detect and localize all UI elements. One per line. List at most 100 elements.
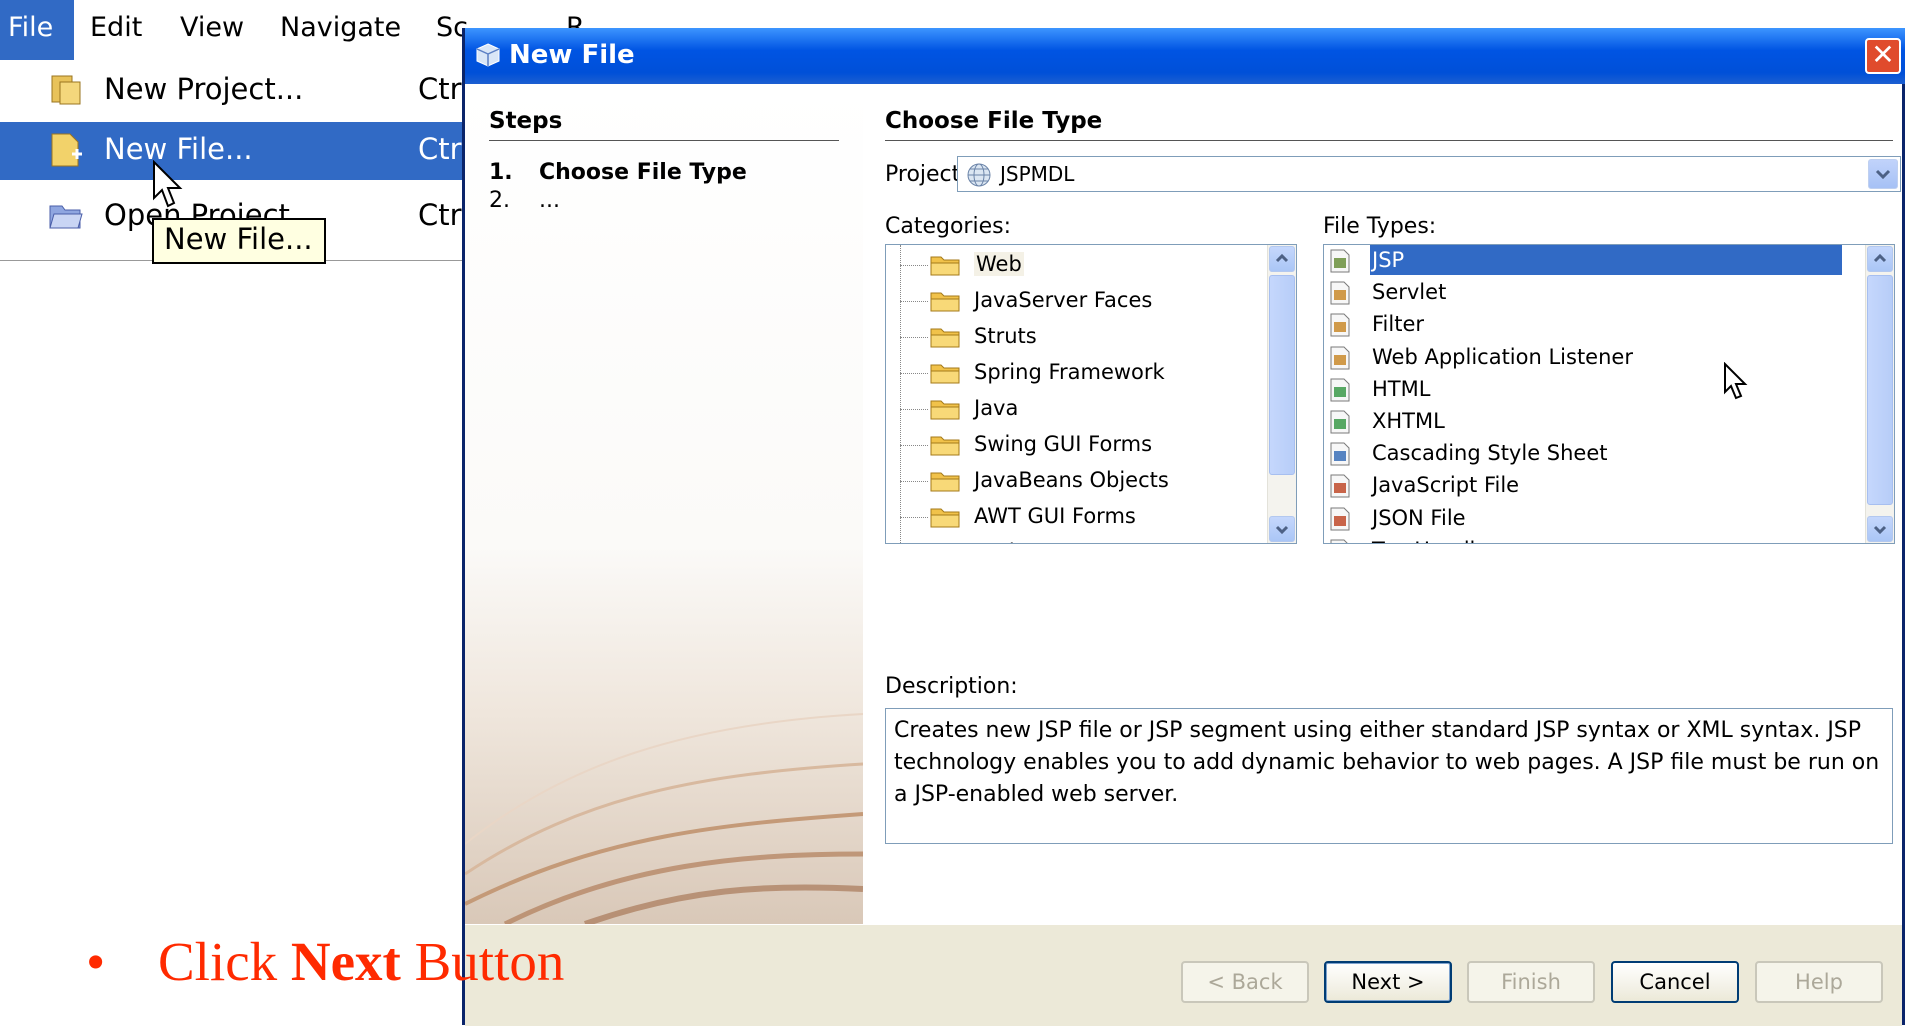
menu-item-new-project[interactable]: New Project... Ctr [0, 62, 470, 120]
file-types-label: File Types: [1323, 214, 1437, 239]
menu-item-shortcut: Ctr [418, 198, 462, 232]
menu-item-shortcut: Ctr [418, 72, 462, 106]
folder-icon [930, 364, 960, 384]
tree-connector [900, 301, 928, 302]
project-combo[interactable]: JSPMDL [957, 156, 1901, 192]
menu-edit[interactable]: Edit [90, 12, 142, 43]
menu-file[interactable]: File [0, 0, 74, 60]
folder-icon [930, 400, 960, 420]
step-1-number: 1. [489, 160, 513, 185]
file-type-item[interactable]: XHTML [1324, 406, 1844, 438]
instruction-suffix: Button [400, 931, 565, 992]
cancel-button[interactable]: Cancel [1611, 961, 1739, 1003]
steps-divider [489, 140, 839, 141]
back-button[interactable]: < Back [1181, 961, 1309, 1003]
category-label: JavaBeans Objects [974, 468, 1169, 492]
file-type-item[interactable]: JSP [1324, 245, 1844, 277]
file-type-icon [1330, 249, 1350, 273]
next-button[interactable]: Next > [1324, 961, 1452, 1003]
scroll-up-icon[interactable] [1867, 246, 1893, 272]
categories-tree[interactable]: Web JavaServer Faces Struts Spring Framewor… [885, 244, 1297, 544]
file-type-icon [1330, 313, 1350, 337]
help-button[interactable]: Help [1755, 961, 1883, 1003]
tooltip-text: New File... [164, 222, 313, 256]
folder-icon [930, 292, 960, 312]
menu-item-new-file[interactable]: New File... Ctr [0, 122, 470, 180]
folder-icon [930, 328, 960, 348]
file-type-icon [1330, 378, 1350, 402]
scroll-up-icon[interactable] [1269, 246, 1295, 272]
menu-navigate[interactable]: Navigate [280, 12, 401, 43]
category-label: AWT GUI Forms [974, 504, 1136, 528]
category-label: Web [974, 252, 1024, 276]
instruction-bold: Next [290, 931, 401, 992]
folder-icon [930, 472, 960, 492]
new-file-dialog: New File ✕ Steps 1. Choose File Type 2. … [462, 28, 1905, 1026]
file-type-icon [1330, 539, 1348, 543]
new-project-icon [51, 75, 81, 105]
scroll-thumb[interactable] [1269, 275, 1295, 475]
dialog-body: Steps 1. Choose File Type 2. ... Choose … [465, 84, 1902, 1026]
category-item[interactable]: JavaServer Faces [886, 283, 1246, 319]
category-item[interactable]: Spring Framework [886, 355, 1246, 391]
step-1-label: Choose File Type [539, 160, 747, 185]
description-text: Creates new JSP file or JSP segment usin… [894, 718, 1880, 807]
file-type-label: JavaScript File [1372, 473, 1520, 498]
file-type-label: Filter [1372, 312, 1425, 337]
step-2-number: 2. [489, 188, 510, 213]
project-label: Project: [885, 162, 968, 187]
category-item[interactable]: Swing GUI Forms [886, 427, 1246, 463]
file-types-scrollbar[interactable] [1865, 245, 1894, 543]
tree-connector [900, 337, 928, 338]
file-type-item[interactable]: Filter [1324, 309, 1844, 341]
main-panel: Choose File Type Project: JSPMDL Categor… [863, 84, 1902, 924]
close-icon[interactable]: ✕ [1865, 38, 1901, 74]
finish-button[interactable]: Finish [1467, 961, 1595, 1003]
dialog-cube-icon [476, 43, 500, 67]
page-title: Choose File Type [885, 108, 1103, 134]
category-item[interactable]: Struts [886, 319, 1246, 355]
file-type-label: Web Application Listener [1372, 344, 1633, 369]
selection-highlight [1370, 245, 1842, 275]
file-type-item[interactable]: JavaScript File [1324, 470, 1844, 502]
category-item[interactable]: JavaBeans Objects [886, 463, 1246, 499]
menu-file-label: File [8, 12, 54, 43]
category-label: Java [974, 396, 1019, 420]
categories-label: Categories: [885, 214, 1011, 239]
category-label: Swing GUI Forms [974, 432, 1153, 456]
folder-icon [930, 508, 960, 528]
description-label: Description: [885, 674, 1018, 699]
step-2-label: ... [539, 188, 560, 213]
file-type-icon [1330, 346, 1350, 370]
scroll-down-icon[interactable] [1867, 516, 1893, 542]
folder-icon [930, 436, 960, 456]
chevron-down-icon[interactable] [1868, 159, 1898, 189]
categories-scrollbar[interactable] [1267, 245, 1296, 543]
tree-connector [900, 445, 928, 446]
file-type-item[interactable]: JSON File [1324, 503, 1844, 535]
scroll-thumb[interactable] [1867, 275, 1893, 505]
tooltip: New File... [152, 218, 326, 264]
menu-view[interactable]: View [180, 12, 244, 43]
bullet: • [86, 931, 106, 992]
file-type-item[interactable]: Web Application Listener [1324, 342, 1844, 374]
file-types-list[interactable]: JSP Servlet Filter Web Application Listener… [1323, 244, 1895, 544]
dialog-title: New File [509, 40, 635, 70]
tree-connector [900, 373, 928, 374]
file-type-item[interactable]: Servlet [1324, 277, 1844, 309]
dialog-title-bar[interactable]: New File ✕ [465, 28, 1905, 84]
scroll-down-icon[interactable] [1269, 516, 1295, 542]
file-type-item[interactable]: Tag Handler [1324, 535, 1844, 543]
file-type-icon [1330, 474, 1350, 498]
file-type-item[interactable]: HTML [1324, 374, 1844, 406]
file-type-label: XHTML [1372, 409, 1445, 433]
menu-item-shortcut: Ctr [418, 132, 462, 166]
file-type-item[interactable]: Cascading Style Sheet [1324, 438, 1844, 470]
category-item[interactable]: Web [886, 247, 1246, 283]
tree-connector [900, 481, 928, 482]
category-item[interactable]: Java [886, 391, 1246, 427]
folder-icon [930, 256, 960, 276]
steps-title: Steps [489, 108, 563, 134]
category-item[interactable]: JUnit [886, 535, 1246, 543]
category-item[interactable]: AWT GUI Forms [886, 499, 1246, 535]
